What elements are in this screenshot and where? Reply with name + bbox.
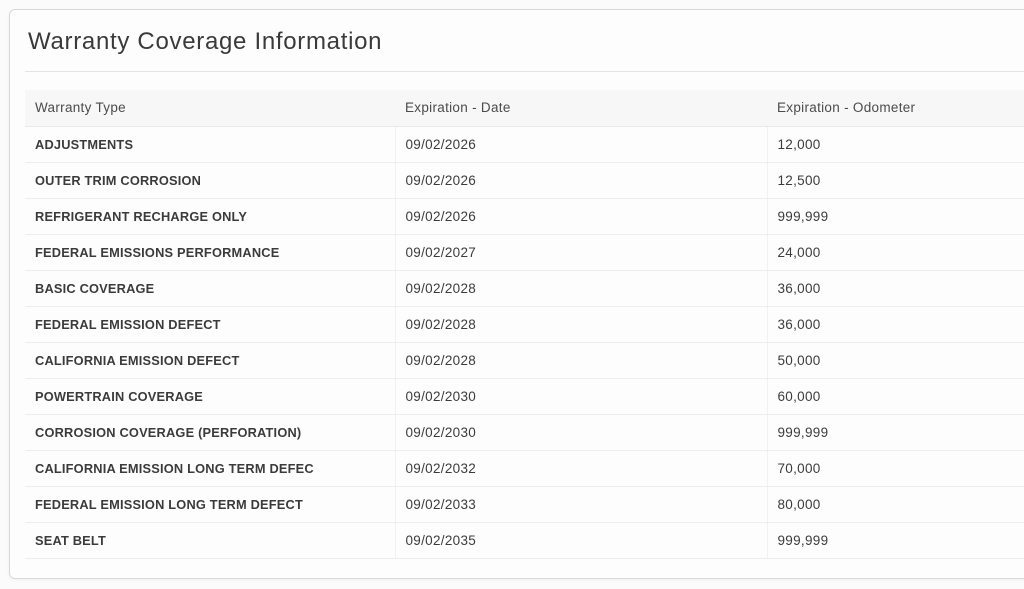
expiration-odometer-cell: 999,999 (767, 414, 1024, 451)
warranty-type-cell: CALIFORNIA EMISSION DEFECT (25, 342, 396, 379)
warranty-type-cell: FEDERAL EMISSIONS PERFORMANCE (25, 234, 396, 271)
expiration-odometer-cell: 70,000 (767, 450, 1024, 487)
table-row: FEDERAL EMISSION LONG TERM DEFECT 09/02/… (25, 486, 1024, 523)
table-row: ADJUSTMENTS 09/02/2026 12,000 (25, 126, 1024, 163)
table-row: POWERTRAIN COVERAGE 09/02/2030 60,000 (25, 378, 1024, 415)
table-row: CALIFORNIA EMISSION LONG TERM DEFEC 09/0… (25, 450, 1024, 487)
expiration-date-cell: 09/02/2033 (395, 486, 768, 523)
table-row: REFRIGERANT RECHARGE ONLY 09/02/2026 999… (25, 198, 1024, 235)
table-row: FEDERAL EMISSIONS PERFORMANCE 09/02/2027… (25, 234, 1024, 271)
warranty-coverage-card: Warranty Coverage Information Warranty T… (9, 9, 1024, 579)
table-row: FEDERAL EMISSION DEFECT 09/02/2028 36,00… (25, 306, 1024, 343)
expiration-date-cell: 09/02/2030 (395, 378, 768, 415)
expiration-odometer-cell: 24,000 (767, 234, 1024, 271)
warranty-type-cell: FEDERAL EMISSION LONG TERM DEFECT (25, 486, 396, 523)
column-header-expiration-odometer: Expiration - Odometer (767, 90, 1024, 127)
expiration-date-cell: 09/02/2027 (395, 234, 768, 271)
expiration-date-cell: 09/02/2032 (395, 450, 768, 487)
expiration-odometer-cell: 36,000 (767, 270, 1024, 307)
expiration-date-cell: 09/02/2028 (395, 342, 768, 379)
table-row: CORROSION COVERAGE (PERFORATION) 09/02/2… (25, 414, 1024, 451)
warranty-type-cell: REFRIGERANT RECHARGE ONLY (25, 198, 396, 235)
warranty-type-cell: FEDERAL EMISSION DEFECT (25, 306, 396, 343)
expiration-date-cell: 09/02/2030 (395, 414, 768, 451)
table-row: SEAT BELT 09/02/2035 999,999 (25, 522, 1024, 559)
warranty-table-body: ADJUSTMENTS 09/02/2026 12,000 OUTER TRIM… (25, 126, 1024, 559)
table-row: OUTER TRIM CORROSION 09/02/2026 12,500 (25, 162, 1024, 199)
warranty-type-cell: SEAT BELT (25, 522, 396, 559)
column-header-warranty-type: Warranty Type (25, 90, 395, 127)
expiration-odometer-cell: 999,999 (767, 198, 1024, 235)
expiration-date-cell: 09/02/2028 (395, 306, 768, 343)
expiration-date-cell: 09/02/2028 (395, 270, 768, 307)
expiration-odometer-cell: 999,999 (767, 522, 1024, 559)
expiration-odometer-cell: 60,000 (767, 378, 1024, 415)
column-header-expiration-date: Expiration - Date (395, 90, 767, 127)
warranty-type-cell: CORROSION COVERAGE (PERFORATION) (25, 414, 396, 451)
expiration-odometer-cell: 12,000 (767, 126, 1024, 163)
table-row: CALIFORNIA EMISSION DEFECT 09/02/2028 50… (25, 342, 1024, 379)
expiration-date-cell: 09/02/2026 (395, 198, 768, 235)
page-title: Warranty Coverage Information (28, 28, 383, 55)
title-divider (25, 71, 1024, 72)
expiration-date-cell: 09/02/2026 (395, 126, 768, 163)
expiration-odometer-cell: 12,500 (767, 162, 1024, 199)
warranty-type-cell: BASIC COVERAGE (25, 270, 396, 307)
table-header-row: Warranty Type Expiration - Date Expirati… (25, 90, 1024, 127)
warranty-type-cell: CALIFORNIA EMISSION LONG TERM DEFEC (25, 450, 396, 487)
warranty-type-cell: ADJUSTMENTS (25, 126, 396, 163)
warranty-coverage-table: Warranty Type Expiration - Date Expirati… (25, 90, 1024, 559)
expiration-date-cell: 09/02/2026 (395, 162, 768, 199)
expiration-odometer-cell: 36,000 (767, 306, 1024, 343)
expiration-odometer-cell: 80,000 (767, 486, 1024, 523)
table-row: BASIC COVERAGE 09/02/2028 36,000 (25, 270, 1024, 307)
expiration-odometer-cell: 50,000 (767, 342, 1024, 379)
expiration-date-cell: 09/02/2035 (395, 522, 768, 559)
warranty-type-cell: OUTER TRIM CORROSION (25, 162, 396, 199)
warranty-type-cell: POWERTRAIN COVERAGE (25, 378, 396, 415)
